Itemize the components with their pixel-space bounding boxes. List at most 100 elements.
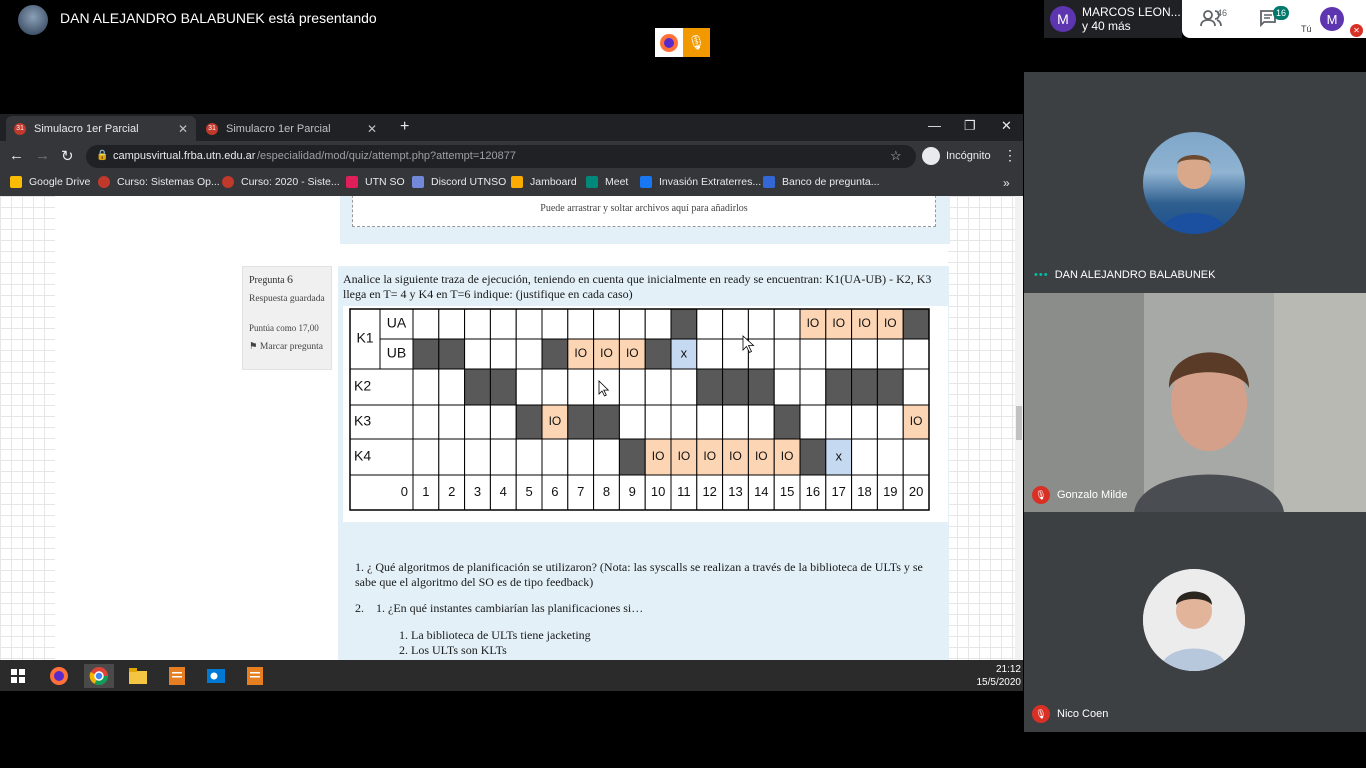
trace-time-label: 12 (702, 484, 716, 499)
trace-cell (722, 368, 749, 406)
trace-cell (618, 438, 646, 476)
bookmark-star-icon[interactable]: ☆ (890, 148, 902, 164)
participant-tile-gonzalo[interactable]: 🎙 Gonzalo Milde (1024, 293, 1366, 512)
microphone-icon: 🎙 (683, 28, 710, 57)
trace-cell (851, 404, 878, 440)
chrome-taskbar-icon[interactable] (84, 664, 114, 688)
restore-icon[interactable]: ❐ (964, 118, 976, 134)
tab-simulacro[interactable]: 31 Simulacro 1er Parcial ✕ (200, 116, 385, 141)
trace-cell (438, 338, 466, 370)
participants-panel: ••• DAN ALEJANDRO BALABUNEK 🎙 Gonzalo Mi… (1024, 72, 1366, 732)
system-clock[interactable]: 21:12 15/5/2020 (975, 663, 1022, 689)
document-app-icon-2[interactable] (243, 664, 267, 688)
reload-icon[interactable]: ↻ (61, 147, 74, 165)
trace-time-label: 0 (401, 484, 408, 499)
forward-icon[interactable]: → (35, 147, 50, 164)
file-explorer-icon[interactable] (126, 664, 150, 688)
trace-cell-label: IO (574, 346, 587, 360)
participant-name: Nico Coen (1057, 708, 1109, 720)
trace-cell (464, 308, 491, 340)
outlook-icon[interactable] (204, 664, 228, 688)
trace-cell (464, 404, 491, 440)
question-info-box: Pregunta 6 Respuesta guardada Puntúa com… (242, 266, 332, 370)
close-tab-icon[interactable]: ✕ (178, 122, 188, 136)
windows-start-icon[interactable] (6, 664, 30, 688)
trace-cell (670, 404, 698, 440)
utn-favicon-icon: 31 (14, 122, 26, 135)
trace-cell (541, 438, 569, 476)
bookmark-curso-2020[interactable]: Curso: 2020 - Siste... (222, 176, 340, 188)
trace-cell (851, 368, 878, 406)
new-tab-icon[interactable]: + (400, 118, 409, 136)
trace-row-label: K3 (354, 413, 371, 429)
bookmark-banco[interactable]: Banco de pregunta... (763, 176, 880, 188)
bookmark-invasion[interactable]: Invasión Extraterres... (640, 176, 761, 188)
trace-cell (670, 368, 698, 406)
trace-cell (593, 404, 620, 440)
question-subitem-b: 2. Los ULTs son KLTs (399, 643, 507, 657)
trace-cell (825, 368, 853, 406)
forms-icon (763, 176, 775, 188)
browser-toolbar: ← → ↻ 🔒 campusvirtual.frba.utn.edu.ar /e… (0, 141, 1023, 171)
presenter-avatar (18, 5, 48, 35)
trace-cell-label: x (681, 345, 688, 360)
menu-kebab-icon[interactable]: ⋮ (1003, 147, 1017, 164)
participant-photo (1143, 132, 1245, 234)
file-drop-zone[interactable]: Puede arrastrar y soltar archivos aquí p… (352, 196, 936, 227)
other-participants-chip[interactable]: M MARCOS LEON... y 40 más (1044, 0, 1182, 38)
url-path: /especialidad/mod/quiz/attempt.php?attem… (257, 150, 516, 162)
participant-tile-presenter[interactable]: ••• DAN ALEJANDRO BALABUNEK (1024, 72, 1366, 292)
back-icon[interactable]: ← (9, 147, 24, 164)
self-avatar[interactable]: M (1320, 7, 1344, 31)
firefox-taskbar-icon[interactable] (47, 664, 71, 688)
trace-cell (464, 438, 491, 476)
participant-name: MARCOS LEON... (1082, 5, 1181, 19)
bookmark-jamboard[interactable]: Jamboard (511, 176, 577, 188)
participant-tile-nico[interactable]: 🎙 Nico Coen (1024, 513, 1366, 732)
muted-mic-icon: 🎙 (1032, 705, 1050, 723)
document-app-icon[interactable] (165, 664, 189, 688)
minimize-icon[interactable]: — (928, 118, 941, 133)
trace-cell (567, 404, 595, 440)
flag-question-link[interactable]: ⚑ Marcar pregunta (249, 341, 329, 353)
close-window-icon[interactable]: ✕ (1001, 118, 1012, 134)
people-count: 46 (1217, 8, 1228, 18)
page-scrollbar[interactable] (1015, 196, 1023, 660)
participant-more: y 40 más (1082, 19, 1131, 33)
trace-cell (515, 404, 543, 440)
trace-cell (799, 404, 827, 440)
clock-time: 21:12 (995, 664, 1021, 675)
self-muted-icon: ✕ (1350, 24, 1363, 37)
bookmark-curso-sistemas[interactable]: Curso: Sistemas Op... (98, 176, 220, 188)
bookmark-discord[interactable]: Discord UTNSO (412, 176, 506, 188)
close-tab-icon[interactable]: ✕ (367, 122, 377, 136)
trace-row-label: K2 (354, 378, 371, 394)
bookmark-google-drive[interactable]: Google Drive (10, 176, 90, 188)
trace-cell (747, 338, 775, 370)
trace-cell (412, 308, 440, 340)
bookmarks-overflow-icon[interactable]: » (1003, 176, 1010, 190)
trace-cell (670, 308, 698, 340)
bookmarks-bar: Google Drive Curso: Sistemas Op... Curso… (0, 171, 1023, 196)
trace-cell (438, 308, 466, 340)
trace-cell (618, 308, 646, 340)
trace-time-label: 20 (909, 484, 923, 499)
trace-cell (593, 308, 620, 340)
bookmark-meet[interactable]: Meet (586, 176, 628, 188)
trace-cell-label: x (835, 448, 842, 463)
incognito-indicator[interactable]: Incógnito (922, 145, 991, 167)
chat-count-badge: 16 (1273, 6, 1289, 20)
trace-time-label: 13 (728, 484, 742, 499)
trace-time-label: 10 (651, 484, 665, 499)
address-bar[interactable]: 🔒 campusvirtual.frba.utn.edu.ar /especia… (86, 145, 916, 168)
trace-cell (851, 438, 878, 476)
trace-time-label: 1 (422, 484, 429, 499)
trace-cell (902, 438, 930, 476)
trace-cell (438, 404, 466, 440)
bookmark-utn-so[interactable]: UTN SO (346, 176, 405, 188)
tab-simulacro-active[interactable]: 31 Simulacro 1er Parcial ✕ (6, 116, 196, 141)
google-drive-icon (10, 176, 22, 188)
scrollbar-thumb[interactable] (1016, 406, 1022, 440)
trace-cell-label: IO (729, 449, 742, 463)
trace-cell (722, 404, 749, 440)
